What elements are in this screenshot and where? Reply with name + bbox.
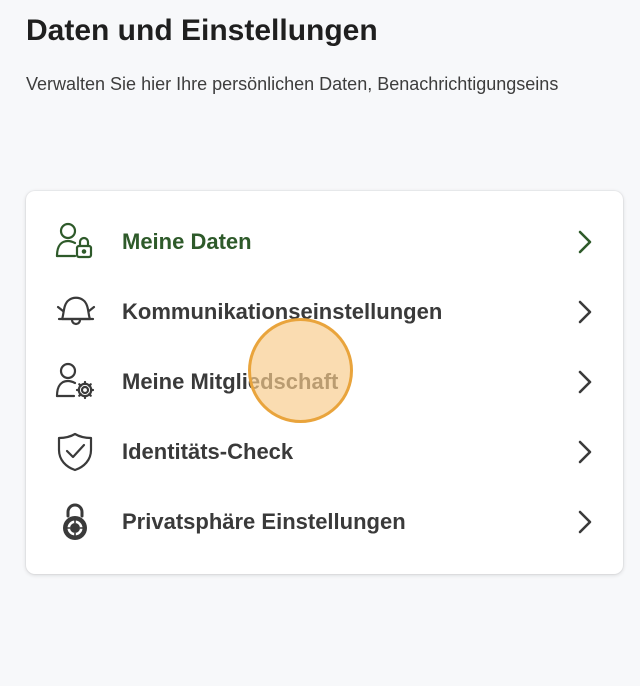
user-gear-icon: [55, 362, 97, 402]
menu-item-meine-mitgliedschaft[interactable]: Meine Mitgliedschaft: [26, 347, 623, 417]
bell-icon: [55, 292, 97, 332]
chevron-right-icon: [576, 300, 594, 324]
menu-item-label: Identitäts-Check: [122, 439, 294, 464]
page-title: Daten und Einstellungen: [26, 14, 378, 47]
menu-item-label: Meine Mitgliedschaft: [122, 369, 339, 394]
menu-item-label: Meine Daten: [122, 229, 252, 254]
chevron-right-icon: [576, 510, 594, 534]
menu-item-privatsphaere-einstellungen[interactable]: Privatsphäre Einstellungen: [26, 487, 623, 557]
shield-check-icon: [55, 432, 97, 472]
chevron-right-icon: [576, 230, 594, 254]
chevron-right-icon: [576, 440, 594, 464]
menu-item-label: Privatsphäre Einstellungen: [122, 509, 406, 534]
settings-page: Daten und Einstellungen Verwalten Sie hi…: [0, 0, 640, 686]
menu-item-meine-daten[interactable]: Meine Daten: [26, 207, 623, 277]
combination-lock-icon: [55, 502, 97, 542]
menu-item-kommunikationseinstellungen[interactable]: Kommunikationseinstellungen: [26, 277, 623, 347]
menu-item-label: Kommunikationseinstellungen: [122, 299, 443, 324]
chevron-right-icon: [576, 370, 594, 394]
menu-item-identitaets-check[interactable]: Identitäts-Check: [26, 417, 623, 487]
user-lock-icon: [55, 222, 97, 262]
page-subtitle: Verwalten Sie hier Ihre persönlichen Dat…: [26, 74, 559, 94]
settings-menu-card: Meine Daten Kommunikationseinstellungen: [26, 191, 623, 574]
